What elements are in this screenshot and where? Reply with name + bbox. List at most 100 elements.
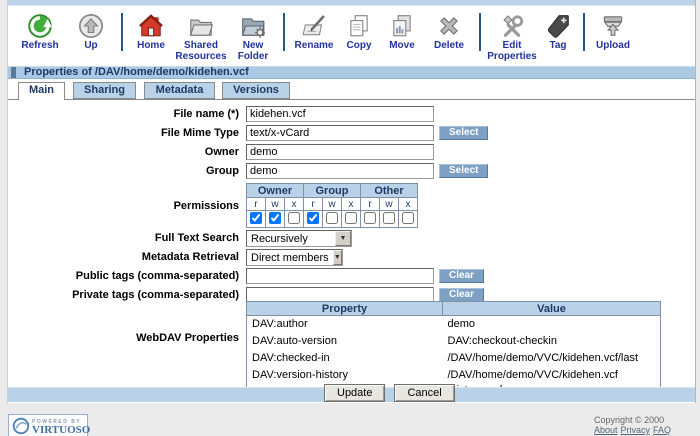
cancel-button[interactable]: Cancel bbox=[394, 384, 454, 402]
table-row: DAV:author demo bbox=[247, 316, 661, 334]
group-select-button[interactable]: Select bbox=[439, 164, 488, 178]
field-label: Group bbox=[8, 163, 246, 177]
perm-bit-label: r bbox=[304, 198, 323, 211]
powered-by-virtuoso-logo[interactable]: POWERED BY VIRTUOSO bbox=[8, 414, 88, 436]
webdav-value: demo bbox=[443, 316, 661, 334]
toolbar-label: Tag bbox=[549, 40, 566, 51]
select-value: Recursively bbox=[247, 233, 312, 245]
page: Refresh Up Home Shared Resources bbox=[0, 0, 700, 436]
tab-versions[interactable]: Versions bbox=[222, 82, 290, 99]
shared-resources-icon bbox=[188, 12, 214, 39]
group-input[interactable] bbox=[246, 163, 434, 179]
update-button[interactable]: Update bbox=[324, 384, 385, 402]
faq-link[interactable]: FAQ bbox=[653, 425, 671, 435]
toolbar-button-delete[interactable]: Delete bbox=[424, 11, 474, 51]
perm-bit-label: r bbox=[361, 198, 380, 211]
new-folder-icon bbox=[240, 12, 266, 39]
field-label: File Mime Type bbox=[8, 125, 246, 139]
copy-icon bbox=[346, 12, 372, 39]
toolbar-button-upload[interactable]: Upload bbox=[590, 11, 636, 51]
toolbar-button-copy[interactable]: Copy bbox=[338, 11, 380, 51]
toolbar-button-rename[interactable]: Rename bbox=[290, 11, 338, 51]
virtuoso-brand-text: VIRTUOSO bbox=[32, 425, 90, 435]
perm-owner-exec-checkbox[interactable] bbox=[288, 212, 300, 224]
toolbar-button-edit-properties[interactable]: Edit Properties bbox=[486, 11, 538, 62]
toolbar-label: Up bbox=[84, 40, 97, 51]
public-tags-clear-button[interactable]: Clear bbox=[439, 269, 484, 283]
webdav-col-property: Property bbox=[247, 302, 443, 316]
field-label: Permissions bbox=[8, 183, 246, 212]
toolbar-button-up[interactable]: Up bbox=[66, 11, 116, 51]
perm-other-read-checkbox[interactable] bbox=[364, 212, 376, 224]
perm-bit-label: r bbox=[247, 198, 266, 211]
toolbar-label: Upload bbox=[596, 40, 630, 51]
perm-other-write-checkbox[interactable] bbox=[383, 212, 395, 224]
toolbar-button-refresh[interactable]: Refresh bbox=[14, 11, 66, 51]
toolbar-button-new-folder[interactable]: New Folder bbox=[228, 11, 278, 62]
toolbar-label: Delete bbox=[434, 40, 464, 51]
form-row-permissions: Permissions Owner Group Other r w x r bbox=[8, 183, 418, 228]
form-row-public-tags: Public tags (comma-separated) Clear bbox=[8, 268, 484, 284]
delete-icon bbox=[436, 12, 462, 39]
field-label: Full Text Search bbox=[8, 230, 246, 244]
perm-other-exec-checkbox[interactable] bbox=[402, 212, 414, 224]
owner-input[interactable] bbox=[246, 144, 434, 160]
perm-group-write-checkbox[interactable] bbox=[326, 212, 338, 224]
perm-owner-read-checkbox[interactable] bbox=[250, 212, 262, 224]
main-frame: Refresh Up Home Shared Resources bbox=[7, 0, 696, 403]
toolbar-label: Shared Resources bbox=[174, 40, 228, 62]
toolbar-button-shared-resources[interactable]: Shared Resources bbox=[174, 11, 228, 62]
mime-select-button[interactable]: Select bbox=[439, 126, 488, 140]
toolbar-separator bbox=[121, 13, 123, 51]
perm-group-header: Other bbox=[361, 184, 418, 198]
field-label: File name (*) bbox=[8, 106, 246, 120]
form-row-owner: Owner bbox=[8, 144, 434, 160]
toolbar-label: New Folder bbox=[228, 40, 278, 62]
tab-metadata[interactable]: Metadata bbox=[144, 82, 215, 99]
toolbar-label: Home bbox=[137, 40, 165, 51]
properties-form: File name (*) File Mime Type Select Owne… bbox=[8, 99, 695, 403]
form-row-mime-type: File Mime Type Select bbox=[8, 125, 488, 141]
field-label: Metadata Retrieval bbox=[8, 249, 246, 263]
move-icon bbox=[389, 12, 415, 39]
toolbar-button-move[interactable]: Move bbox=[380, 11, 424, 51]
toolbar-button-tag[interactable]: Tag bbox=[538, 11, 578, 51]
toolbar-separator bbox=[283, 13, 285, 51]
tab-main[interactable]: Main bbox=[18, 82, 65, 100]
perm-owner-write-checkbox[interactable] bbox=[269, 212, 281, 224]
toolbar-separator bbox=[583, 13, 585, 51]
upload-icon bbox=[600, 12, 626, 39]
webdav-property: DAV:author bbox=[247, 316, 443, 334]
perm-group-read-checkbox[interactable] bbox=[307, 212, 319, 224]
toolbar-label: Move bbox=[389, 40, 415, 51]
full-text-search-select[interactable]: Recursively ▼ bbox=[246, 230, 352, 247]
form-row-file-name: File name (*) bbox=[8, 106, 434, 122]
edit-properties-icon bbox=[499, 12, 525, 39]
permissions-table: Owner Group Other r w x r w x r w bbox=[246, 183, 418, 228]
tab-sharing[interactable]: Sharing bbox=[73, 82, 136, 99]
perm-group-exec-checkbox[interactable] bbox=[345, 212, 357, 224]
file-name-input[interactable] bbox=[246, 106, 434, 122]
virtuoso-swirl-icon bbox=[12, 417, 30, 436]
mime-type-input[interactable] bbox=[246, 125, 434, 141]
field-label: Public tags (comma-separated) bbox=[8, 268, 246, 282]
form-row-group: Group Select bbox=[8, 163, 488, 179]
action-buttons: Update Cancel bbox=[324, 384, 455, 402]
perm-bit-label: x bbox=[285, 198, 304, 211]
toolbar-label: Edit Properties bbox=[486, 40, 538, 62]
privacy-link[interactable]: Privacy bbox=[621, 425, 651, 435]
metadata-retrieval-select[interactable]: Direct members ▼ bbox=[246, 249, 343, 266]
about-link[interactable]: About bbox=[594, 425, 618, 435]
private-tags-clear-button[interactable]: Clear bbox=[439, 288, 484, 302]
toolbar: Refresh Up Home Shared Resources bbox=[8, 7, 695, 61]
tag-icon bbox=[545, 12, 571, 39]
field-label: WebDAV Properties bbox=[8, 301, 246, 344]
refresh-icon bbox=[27, 12, 53, 39]
toolbar-label: Rename bbox=[295, 40, 334, 51]
public-tags-input[interactable] bbox=[246, 268, 434, 284]
webdav-value: DAV:checkout-checkin bbox=[443, 333, 661, 350]
webdav-property: DAV:checked-in bbox=[247, 350, 443, 367]
table-row: DAV:auto-version DAV:checkout-checkin bbox=[247, 333, 661, 350]
webdav-col-value: Value bbox=[443, 302, 661, 316]
toolbar-button-home[interactable]: Home bbox=[128, 11, 174, 51]
